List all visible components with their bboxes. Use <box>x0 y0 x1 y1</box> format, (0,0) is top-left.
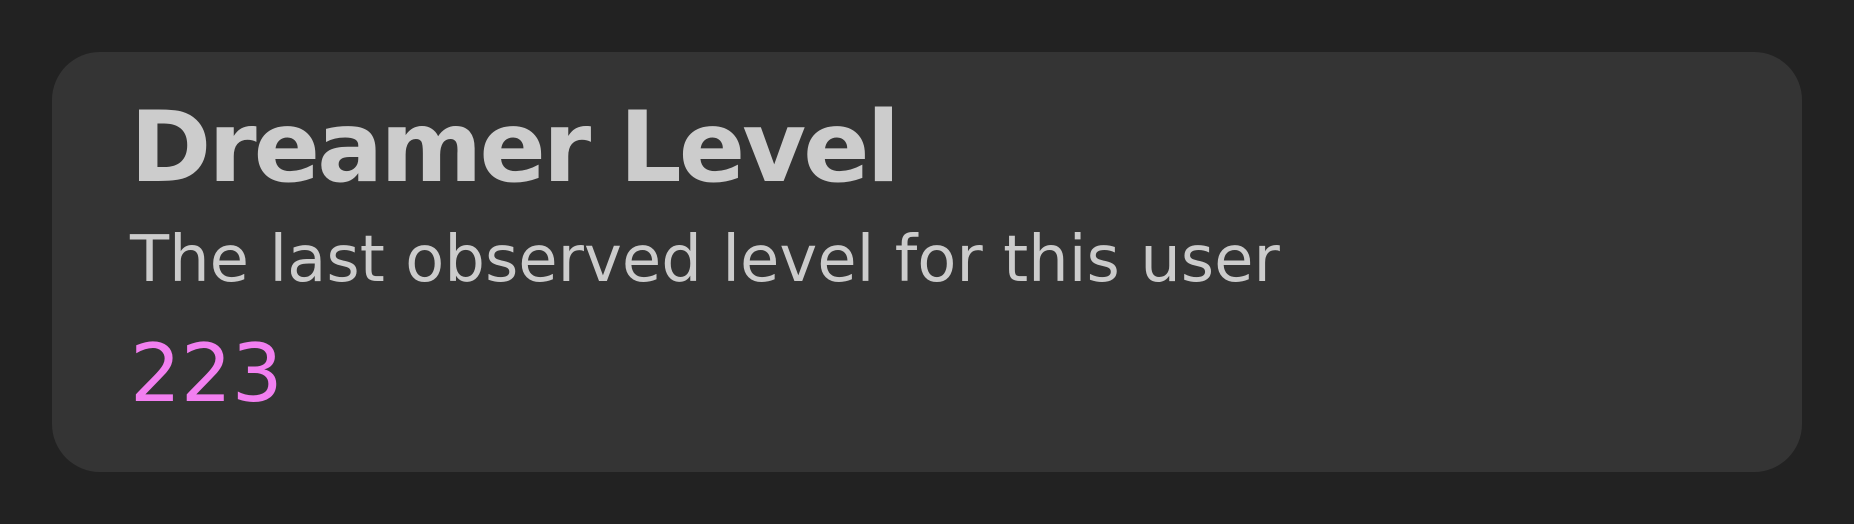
card-title: Dreamer Level <box>130 91 900 205</box>
level-value: 223 <box>130 327 283 420</box>
dreamer-level-card: Dreamer Level The last observed level fo… <box>52 52 1802 472</box>
card-description: The last observed level for this user <box>130 223 1280 297</box>
